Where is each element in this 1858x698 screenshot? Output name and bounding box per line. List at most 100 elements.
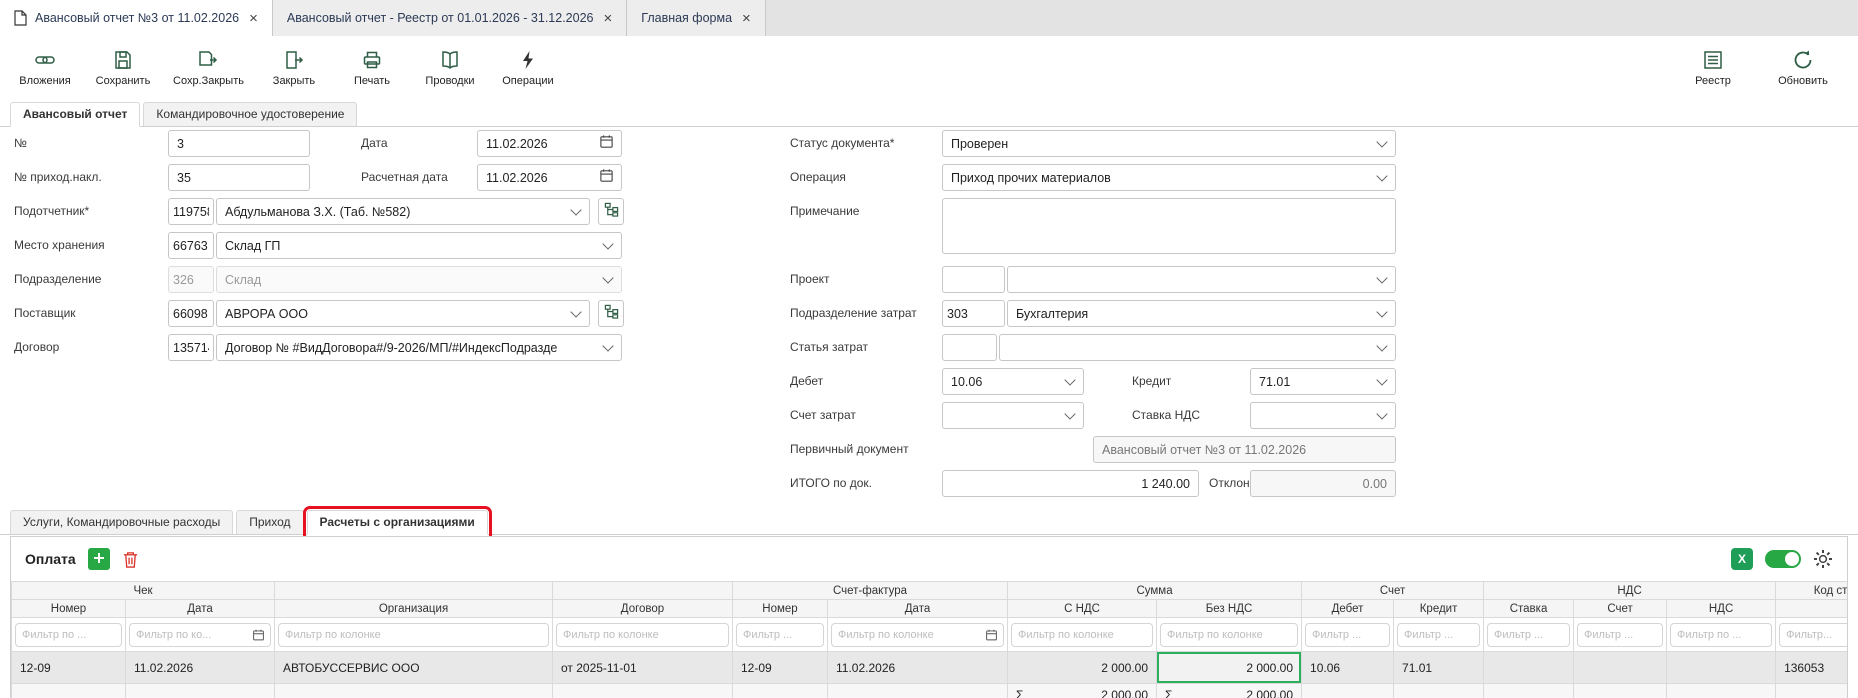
tab-receipt[interactable]: Приход (236, 510, 303, 534)
column-header[interactable]: С НДС (1008, 600, 1157, 618)
accountable-select[interactable]: Абдульманова З.Х. (Таб. №582) (216, 198, 590, 225)
vat-rate-select[interactable] (1250, 402, 1396, 429)
window-tab-main-form[interactable]: Главная форма × (627, 0, 766, 36)
filter-input[interactable] (1397, 623, 1480, 647)
filter-input[interactable] (1305, 623, 1390, 647)
table-cell[interactable]: 136053 (1776, 652, 1848, 684)
column-header[interactable]: Организация (275, 600, 553, 618)
window-tab-advance-report[interactable]: Авансовый отчет №3 от 11.02.2026 × (0, 0, 273, 36)
cost-account-select[interactable] (942, 402, 1084, 429)
column-header[interactable]: Кредит (1394, 600, 1484, 618)
column-header[interactable]: Ставка (1484, 600, 1574, 618)
table-cell[interactable]: 12-09 (12, 652, 126, 684)
credit-select[interactable]: 71.01 (1250, 368, 1396, 395)
tab-travel-certificate[interactable]: Командировочное удостоверение (143, 102, 357, 126)
supplier-select[interactable]: АВРОРА ООО (216, 300, 590, 327)
column-header[interactable]: Номер (12, 600, 126, 618)
attachments-button[interactable]: Вложения (8, 45, 82, 91)
table-cell[interactable]: 10.06 (1302, 652, 1394, 684)
supplier-hierarchy-button[interactable] (598, 300, 624, 327)
supplier-code-input[interactable] (168, 300, 214, 327)
filter-input[interactable] (1011, 623, 1153, 647)
table-cell[interactable] (1484, 652, 1574, 684)
calendar-icon[interactable] (252, 628, 265, 641)
filter-input[interactable] (1779, 623, 1848, 647)
filter-input[interactable] (831, 623, 1004, 647)
tab-services-travel-expenses[interactable]: Услуги, Командировочные расходы (10, 510, 233, 534)
add-row-button[interactable] (88, 548, 110, 570)
table-cell[interactable]: 71.01 (1394, 652, 1484, 684)
tab-settlements-with-organizations[interactable]: Расчеты с организациями (307, 510, 488, 535)
close-button[interactable]: Закрыть (257, 45, 331, 91)
postings-button[interactable]: Проводки (413, 45, 487, 91)
filter-input[interactable] (15, 623, 122, 647)
contract-code-input[interactable] (168, 334, 214, 361)
column-header[interactable]: Дебет (1302, 600, 1394, 618)
debit-select[interactable]: 10.06 (942, 368, 1084, 395)
column-header[interactable]: Дата (126, 600, 275, 618)
note-textarea[interactable] (942, 198, 1396, 254)
table-cell[interactable]: 11.02.2026 (828, 652, 1008, 684)
table-cell[interactable] (1574, 652, 1667, 684)
status-select[interactable]: Проверен (942, 130, 1396, 157)
save-close-button[interactable]: Сохр.Закрыть (164, 45, 253, 91)
storage-select[interactable]: Склад ГП (216, 232, 622, 259)
filter-input[interactable] (1487, 623, 1570, 647)
table-cell[interactable]: АВТОБУССЕРВИС ООО (275, 652, 553, 684)
incoming-number-input[interactable] (168, 164, 310, 191)
table-row[interactable]: 12-09 11.02.2026 АВТОБУССЕРВИС ООО от 20… (12, 652, 1849, 684)
filter-input[interactable] (556, 623, 729, 647)
column-header[interactable] (1776, 600, 1848, 618)
close-tab-icon[interactable]: × (742, 11, 751, 26)
filter-input[interactable] (736, 623, 824, 647)
table-cell[interactable]: 11.02.2026 (126, 652, 275, 684)
filter-input[interactable] (1160, 623, 1298, 647)
cost-item-select[interactable] (999, 334, 1396, 361)
filter-input[interactable] (1670, 623, 1772, 647)
cost-department-select[interactable]: Бухгалтерия (1007, 300, 1396, 327)
column-header[interactable]: НДС (1667, 600, 1776, 618)
registry-button[interactable]: Реестр (1676, 45, 1750, 91)
column-header[interactable]: Дата (828, 600, 1008, 618)
table-cell[interactable] (1667, 652, 1776, 684)
table-cell[interactable]: от 2025-11-01 (553, 652, 733, 684)
close-tab-icon[interactable]: × (249, 11, 258, 26)
calendar-icon[interactable] (599, 134, 614, 154)
table-cell[interactable]: 2 000.00 (1008, 652, 1157, 684)
column-header[interactable]: Без НДС (1157, 600, 1302, 618)
filter-input[interactable] (129, 623, 271, 647)
calendar-icon[interactable] (985, 628, 998, 641)
table-cell[interactable]: 12-09 (733, 652, 828, 684)
calendar-icon[interactable] (599, 168, 614, 188)
column-header[interactable]: Договор (553, 600, 733, 618)
filter-input[interactable] (278, 623, 549, 647)
filter-row-toggle[interactable] (1765, 550, 1801, 568)
filter-input[interactable] (1577, 623, 1663, 647)
cost-department-code-input[interactable] (942, 300, 1005, 327)
accountable-hierarchy-button[interactable] (598, 198, 624, 225)
window-tab-registry[interactable]: Авансовый отчет - Реестр от 01.01.2026 -… (273, 0, 627, 36)
storage-code-input[interactable] (168, 232, 214, 259)
settings-gear-icon[interactable] (1813, 549, 1833, 569)
calc-date-input[interactable]: 11.02.2026 (477, 164, 622, 191)
number-input[interactable] (168, 130, 310, 157)
tab-advance-report[interactable]: Авансовый отчет (10, 102, 140, 127)
print-button[interactable]: Печать (335, 45, 409, 91)
cost-item-code-input[interactable] (942, 334, 997, 361)
project-select[interactable] (1007, 266, 1396, 293)
close-tab-icon[interactable]: × (603, 11, 612, 26)
column-header[interactable]: Номер (733, 600, 828, 618)
column-header[interactable]: Счет (1574, 600, 1667, 618)
refresh-button[interactable]: Обновить (1766, 45, 1840, 91)
operation-select[interactable]: Приход прочих материалов (942, 164, 1396, 191)
contract-select[interactable]: Договор № #ВидДоговора#/9-2026/МП/#Индек… (216, 334, 622, 361)
operations-button[interactable]: Операции (491, 45, 565, 91)
accountable-code-input[interactable] (168, 198, 214, 225)
date-input[interactable]: 11.02.2026 (477, 130, 622, 157)
delete-row-icon[interactable] (122, 550, 139, 569)
table-cell-focused[interactable]: 2 000.00 (1157, 652, 1302, 684)
project-code-input[interactable] (942, 266, 1005, 293)
save-button[interactable]: Сохранить (86, 45, 160, 91)
total-input[interactable] (942, 470, 1199, 497)
excel-export-button[interactable]: X (1731, 548, 1753, 570)
